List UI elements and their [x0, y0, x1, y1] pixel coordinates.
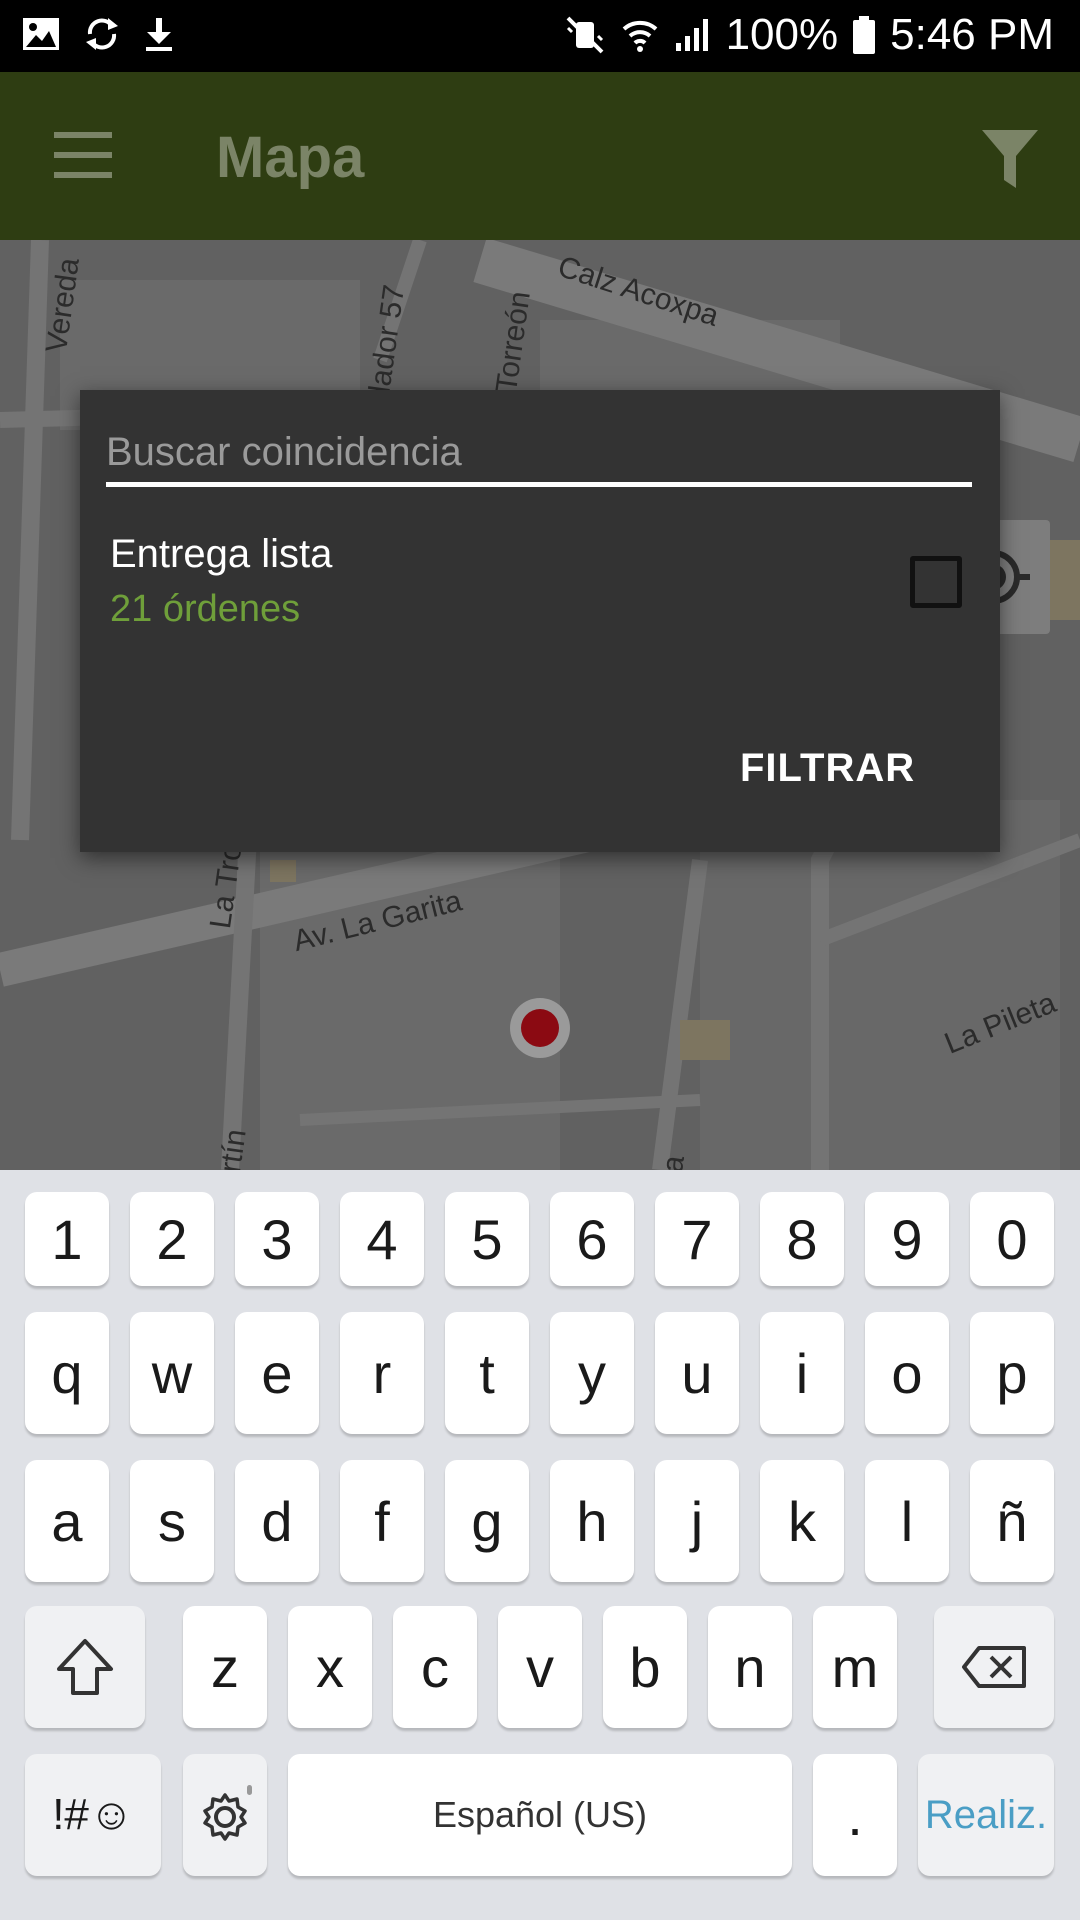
key-7[interactable]: 7 — [655, 1192, 739, 1286]
key-r[interactable]: r — [340, 1312, 424, 1434]
key-g[interactable]: g — [445, 1460, 529, 1582]
key-d[interactable]: d — [235, 1460, 319, 1582]
key-m[interactable]: m — [813, 1606, 897, 1728]
key-k[interactable]: k — [760, 1460, 844, 1582]
battery-percent: 100% — [725, 10, 839, 59]
signal-icon — [675, 19, 708, 51]
filter-item-title: Entrega lista — [110, 532, 333, 576]
key-0[interactable]: 0 — [970, 1192, 1054, 1286]
gear-icon — [203, 1785, 252, 1841]
shift-key[interactable] — [25, 1606, 145, 1728]
sync-icon — [86, 18, 118, 50]
key-b[interactable]: b — [603, 1606, 687, 1728]
key-6[interactable]: 6 — [550, 1192, 634, 1286]
done-key[interactable]: Realiz. — [918, 1754, 1054, 1876]
image-icon — [23, 18, 59, 50]
key-p[interactable]: p — [970, 1312, 1054, 1434]
backspace-icon — [962, 1646, 1026, 1688]
map-label-rtin: rtín — [214, 1127, 253, 1170]
key-h[interactable]: h — [550, 1460, 634, 1582]
filter-item-count: 21 órdenes — [110, 588, 301, 630]
key-4[interactable]: 4 — [340, 1192, 424, 1286]
symbols-key[interactable]: !#☺ — [25, 1754, 161, 1876]
wifi-icon — [622, 20, 657, 52]
key-s[interactable]: s — [130, 1460, 214, 1582]
key-o[interactable]: o — [865, 1312, 949, 1434]
hamburger-icon[interactable] — [54, 132, 114, 178]
key-w[interactable]: w — [130, 1312, 214, 1434]
key-n[interactable]: n — [708, 1606, 792, 1728]
key-u[interactable]: u — [655, 1312, 739, 1434]
page-title: Mapa — [216, 125, 365, 190]
key-q[interactable]: q — [25, 1312, 109, 1434]
settings-key[interactable] — [183, 1754, 267, 1876]
key-5[interactable]: 5 — [445, 1192, 529, 1286]
battery-icon — [853, 16, 876, 54]
key-e[interactable]: e — [235, 1312, 319, 1434]
key-j[interactable]: j — [655, 1460, 739, 1582]
key-x[interactable]: x — [288, 1606, 372, 1728]
clock: 5:46 PM — [890, 10, 1054, 59]
period-key[interactable]: . — [813, 1754, 897, 1876]
key-8[interactable]: 8 — [760, 1192, 844, 1286]
filter-item-checkbox[interactable] — [910, 556, 962, 608]
key-t[interactable]: t — [445, 1312, 529, 1434]
shift-arrow-icon — [57, 1639, 113, 1695]
filtrar-button[interactable]: FILTRAR — [740, 746, 915, 791]
key-2[interactable]: 2 — [130, 1192, 214, 1286]
key-l[interactable]: l — [865, 1460, 949, 1582]
search-underline — [106, 482, 972, 487]
key-3[interactable]: 3 — [235, 1192, 319, 1286]
key-enye[interactable]: ñ — [970, 1460, 1054, 1582]
space-key[interactable]: Español (US) — [288, 1754, 792, 1876]
download-icon — [146, 18, 172, 51]
mute-icon — [566, 16, 603, 54]
filter-dialog: Entrega lista 21 órdenes FILTRAR — [80, 390, 1000, 852]
filter-funnel-icon[interactable] — [980, 128, 1040, 190]
key-1[interactable]: 1 — [25, 1192, 109, 1286]
status-bar: 100% 5:46 PM — [0, 0, 1080, 72]
key-f[interactable]: f — [340, 1460, 424, 1582]
key-a[interactable]: a — [25, 1460, 109, 1582]
key-9[interactable]: 9 — [865, 1192, 949, 1286]
key-z[interactable]: z — [183, 1606, 267, 1728]
search-input[interactable] — [106, 426, 972, 478]
soft-keyboard: 1 2 3 4 5 6 7 8 9 0 q w e r t y u i o p … — [0, 1170, 1080, 1920]
key-y[interactable]: y — [550, 1312, 634, 1434]
backspace-key[interactable] — [934, 1606, 1054, 1728]
key-i[interactable]: i — [760, 1312, 844, 1434]
app-bar: Mapa — [0, 72, 1080, 240]
key-c[interactable]: c — [393, 1606, 477, 1728]
key-v[interactable]: v — [498, 1606, 582, 1728]
